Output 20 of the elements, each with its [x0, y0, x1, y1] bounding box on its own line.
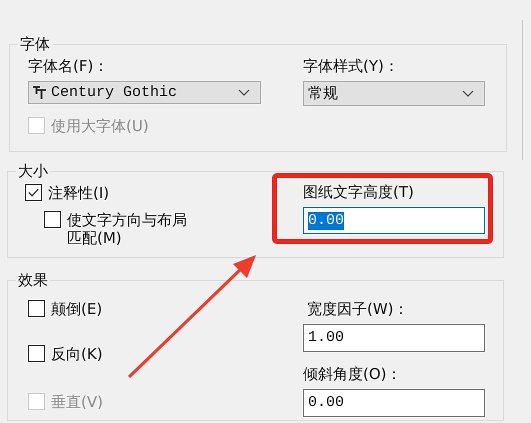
group-title: 字体 — [19, 35, 51, 53]
caret-icon — [462, 90, 474, 98]
checkbox-option[interactable]: 注释性(I) — [25, 184, 110, 202]
group-title: 效果 — [17, 271, 49, 289]
group-title: 大小 — [17, 162, 49, 180]
caret-icon — [238, 88, 250, 96]
checkbox-option[interactable]: 颠倒(E) — [28, 300, 102, 318]
checkbox-option[interactable]: 反向(K) — [28, 345, 103, 363]
paper-height-label: 图纸文字高度(T) — [303, 183, 414, 201]
width-factor-label: 宽度因子(W)： — [307, 300, 409, 318]
font-style-dropdown[interactable]: 常规 — [303, 81, 485, 106]
oblique-angle-label: 倾斜角度(O)： — [303, 365, 402, 383]
font-name-dropdown[interactable]: Century Gothic — [28, 81, 261, 104]
checkbox-option[interactable]: 使文字方向与布局匹配(M) — [44, 211, 190, 247]
paper-height-field[interactable]: 0.00 — [303, 207, 485, 234]
font-name-label: 字体名(F)： — [28, 57, 108, 75]
width-factor-field[interactable]: 1.00 — [303, 324, 485, 352]
font-style-label: 字体样式(Y)： — [303, 57, 399, 75]
oblique-angle-field[interactable]: 0.00 — [303, 389, 485, 417]
font-type-icon — [32, 84, 48, 100]
